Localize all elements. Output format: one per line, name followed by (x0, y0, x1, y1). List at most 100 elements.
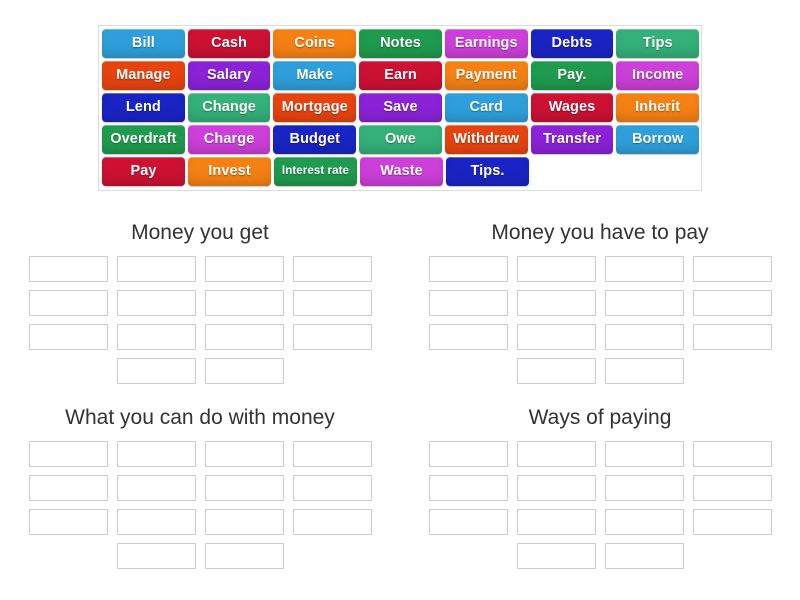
drop-slot[interactable] (692, 509, 772, 536)
word-tile[interactable]: Cash (187, 29, 271, 58)
drop-slot[interactable] (604, 324, 684, 351)
drop-slot[interactable] (516, 358, 596, 385)
word-tile[interactable]: Inherit (616, 93, 700, 122)
category-title: Ways of paying (528, 406, 672, 429)
word-tile[interactable]: Withdraw (444, 125, 528, 154)
drop-slot-grid (400, 256, 800, 385)
word-tile[interactable]: Coins (273, 29, 357, 58)
drop-slot-row (28, 441, 372, 468)
word-tile[interactable]: Make (273, 61, 357, 90)
drop-slot[interactable] (116, 324, 196, 351)
word-tile[interactable]: Bill (102, 29, 185, 58)
word-tile[interactable]: Transfer (530, 125, 614, 154)
drop-slot[interactable] (692, 475, 772, 502)
drop-slot[interactable] (292, 475, 372, 502)
drop-slot[interactable] (292, 324, 372, 351)
drop-slot[interactable] (428, 475, 508, 502)
drop-slot[interactable] (428, 324, 508, 351)
drop-slot[interactable] (692, 441, 772, 468)
word-tile[interactable]: Waste (360, 157, 443, 186)
drop-slot[interactable] (204, 290, 284, 317)
drop-slot[interactable] (692, 256, 772, 283)
word-tile[interactable]: Salary (187, 61, 271, 90)
word-tile[interactable]: Lend (102, 93, 185, 122)
drop-slot[interactable] (292, 290, 372, 317)
drop-slot[interactable] (604, 543, 684, 570)
word-tile[interactable]: Payment (444, 61, 528, 90)
word-tile[interactable]: Pay (102, 157, 185, 186)
drop-slot[interactable] (428, 256, 508, 283)
category-title: Money you have to pay (491, 221, 709, 244)
word-tile[interactable]: Change (187, 93, 271, 122)
word-tile[interactable]: Save (359, 93, 442, 122)
drop-slot[interactable] (28, 441, 108, 468)
category-title: What you can do with money (65, 406, 335, 429)
drop-slot[interactable] (28, 256, 108, 283)
drop-slot[interactable] (28, 509, 108, 536)
drop-slot[interactable] (516, 509, 596, 536)
drop-slot[interactable] (292, 509, 372, 536)
word-tile[interactable]: Owe (359, 125, 442, 154)
drop-slot[interactable] (692, 290, 772, 317)
drop-slot[interactable] (204, 324, 284, 351)
word-tile[interactable]: Budget (273, 125, 357, 154)
drop-slot[interactable] (28, 290, 108, 317)
word-bank-row: Bill Cash Coins Notes Earnings Debts Tips (102, 29, 700, 58)
drop-slot[interactable] (204, 509, 284, 536)
drop-slot-row (28, 290, 372, 317)
word-tile[interactable]: Earn (359, 61, 442, 90)
drop-slot[interactable] (204, 543, 284, 570)
drop-slot-row (116, 543, 284, 570)
drop-slot[interactable] (116, 509, 196, 536)
word-tile[interactable]: Debts (530, 29, 614, 58)
word-tile[interactable]: Borrow (616, 125, 700, 154)
drop-slot[interactable] (516, 543, 596, 570)
category-grid: Money you get Money you have to pay What y… (0, 213, 800, 583)
drop-slot[interactable] (28, 475, 108, 502)
drop-slot[interactable] (604, 509, 684, 536)
drop-slot[interactable] (604, 475, 684, 502)
drop-slot[interactable] (28, 324, 108, 351)
word-tile[interactable]: Card (444, 93, 528, 122)
word-tile[interactable]: Tips. (446, 157, 529, 186)
word-tile[interactable]: Tips (616, 29, 700, 58)
drop-slot[interactable] (116, 543, 196, 570)
drop-slot[interactable] (204, 475, 284, 502)
drop-slot[interactable] (604, 290, 684, 317)
drop-slot-row (428, 441, 772, 468)
drop-slot[interactable] (292, 256, 372, 283)
word-tile[interactable]: Interest rate (274, 157, 357, 186)
drop-slot[interactable] (204, 358, 284, 385)
drop-slot[interactable] (116, 256, 196, 283)
word-tile[interactable]: Income (616, 61, 700, 90)
word-tile[interactable]: Invest (188, 157, 271, 186)
word-tile[interactable]: Overdraft (102, 125, 185, 154)
drop-slot[interactable] (116, 290, 196, 317)
drop-slot[interactable] (516, 475, 596, 502)
drop-slot[interactable] (692, 324, 772, 351)
drop-slot[interactable] (516, 290, 596, 317)
drop-slot[interactable] (204, 441, 284, 468)
category-title: Money you get (131, 221, 269, 244)
drop-slot[interactable] (516, 324, 596, 351)
drop-slot[interactable] (116, 441, 196, 468)
drop-slot[interactable] (116, 358, 196, 385)
word-tile[interactable]: Notes (359, 29, 442, 58)
drop-slot[interactable] (428, 509, 508, 536)
word-tile[interactable]: Manage (102, 61, 185, 90)
drop-slot[interactable] (204, 256, 284, 283)
word-tile[interactable]: Charge (187, 125, 271, 154)
word-tile[interactable]: Pay. (530, 61, 614, 90)
drop-slot[interactable] (428, 290, 508, 317)
drop-slot[interactable] (516, 441, 596, 468)
drop-slot[interactable] (604, 441, 684, 468)
drop-slot[interactable] (428, 441, 508, 468)
drop-slot[interactable] (116, 475, 196, 502)
word-tile[interactable]: Mortgage (273, 93, 357, 122)
drop-slot[interactable] (604, 358, 684, 385)
word-tile[interactable]: Wages (530, 93, 614, 122)
drop-slot[interactable] (292, 441, 372, 468)
drop-slot[interactable] (604, 256, 684, 283)
word-tile[interactable]: Earnings (444, 29, 528, 58)
drop-slot[interactable] (516, 256, 596, 283)
